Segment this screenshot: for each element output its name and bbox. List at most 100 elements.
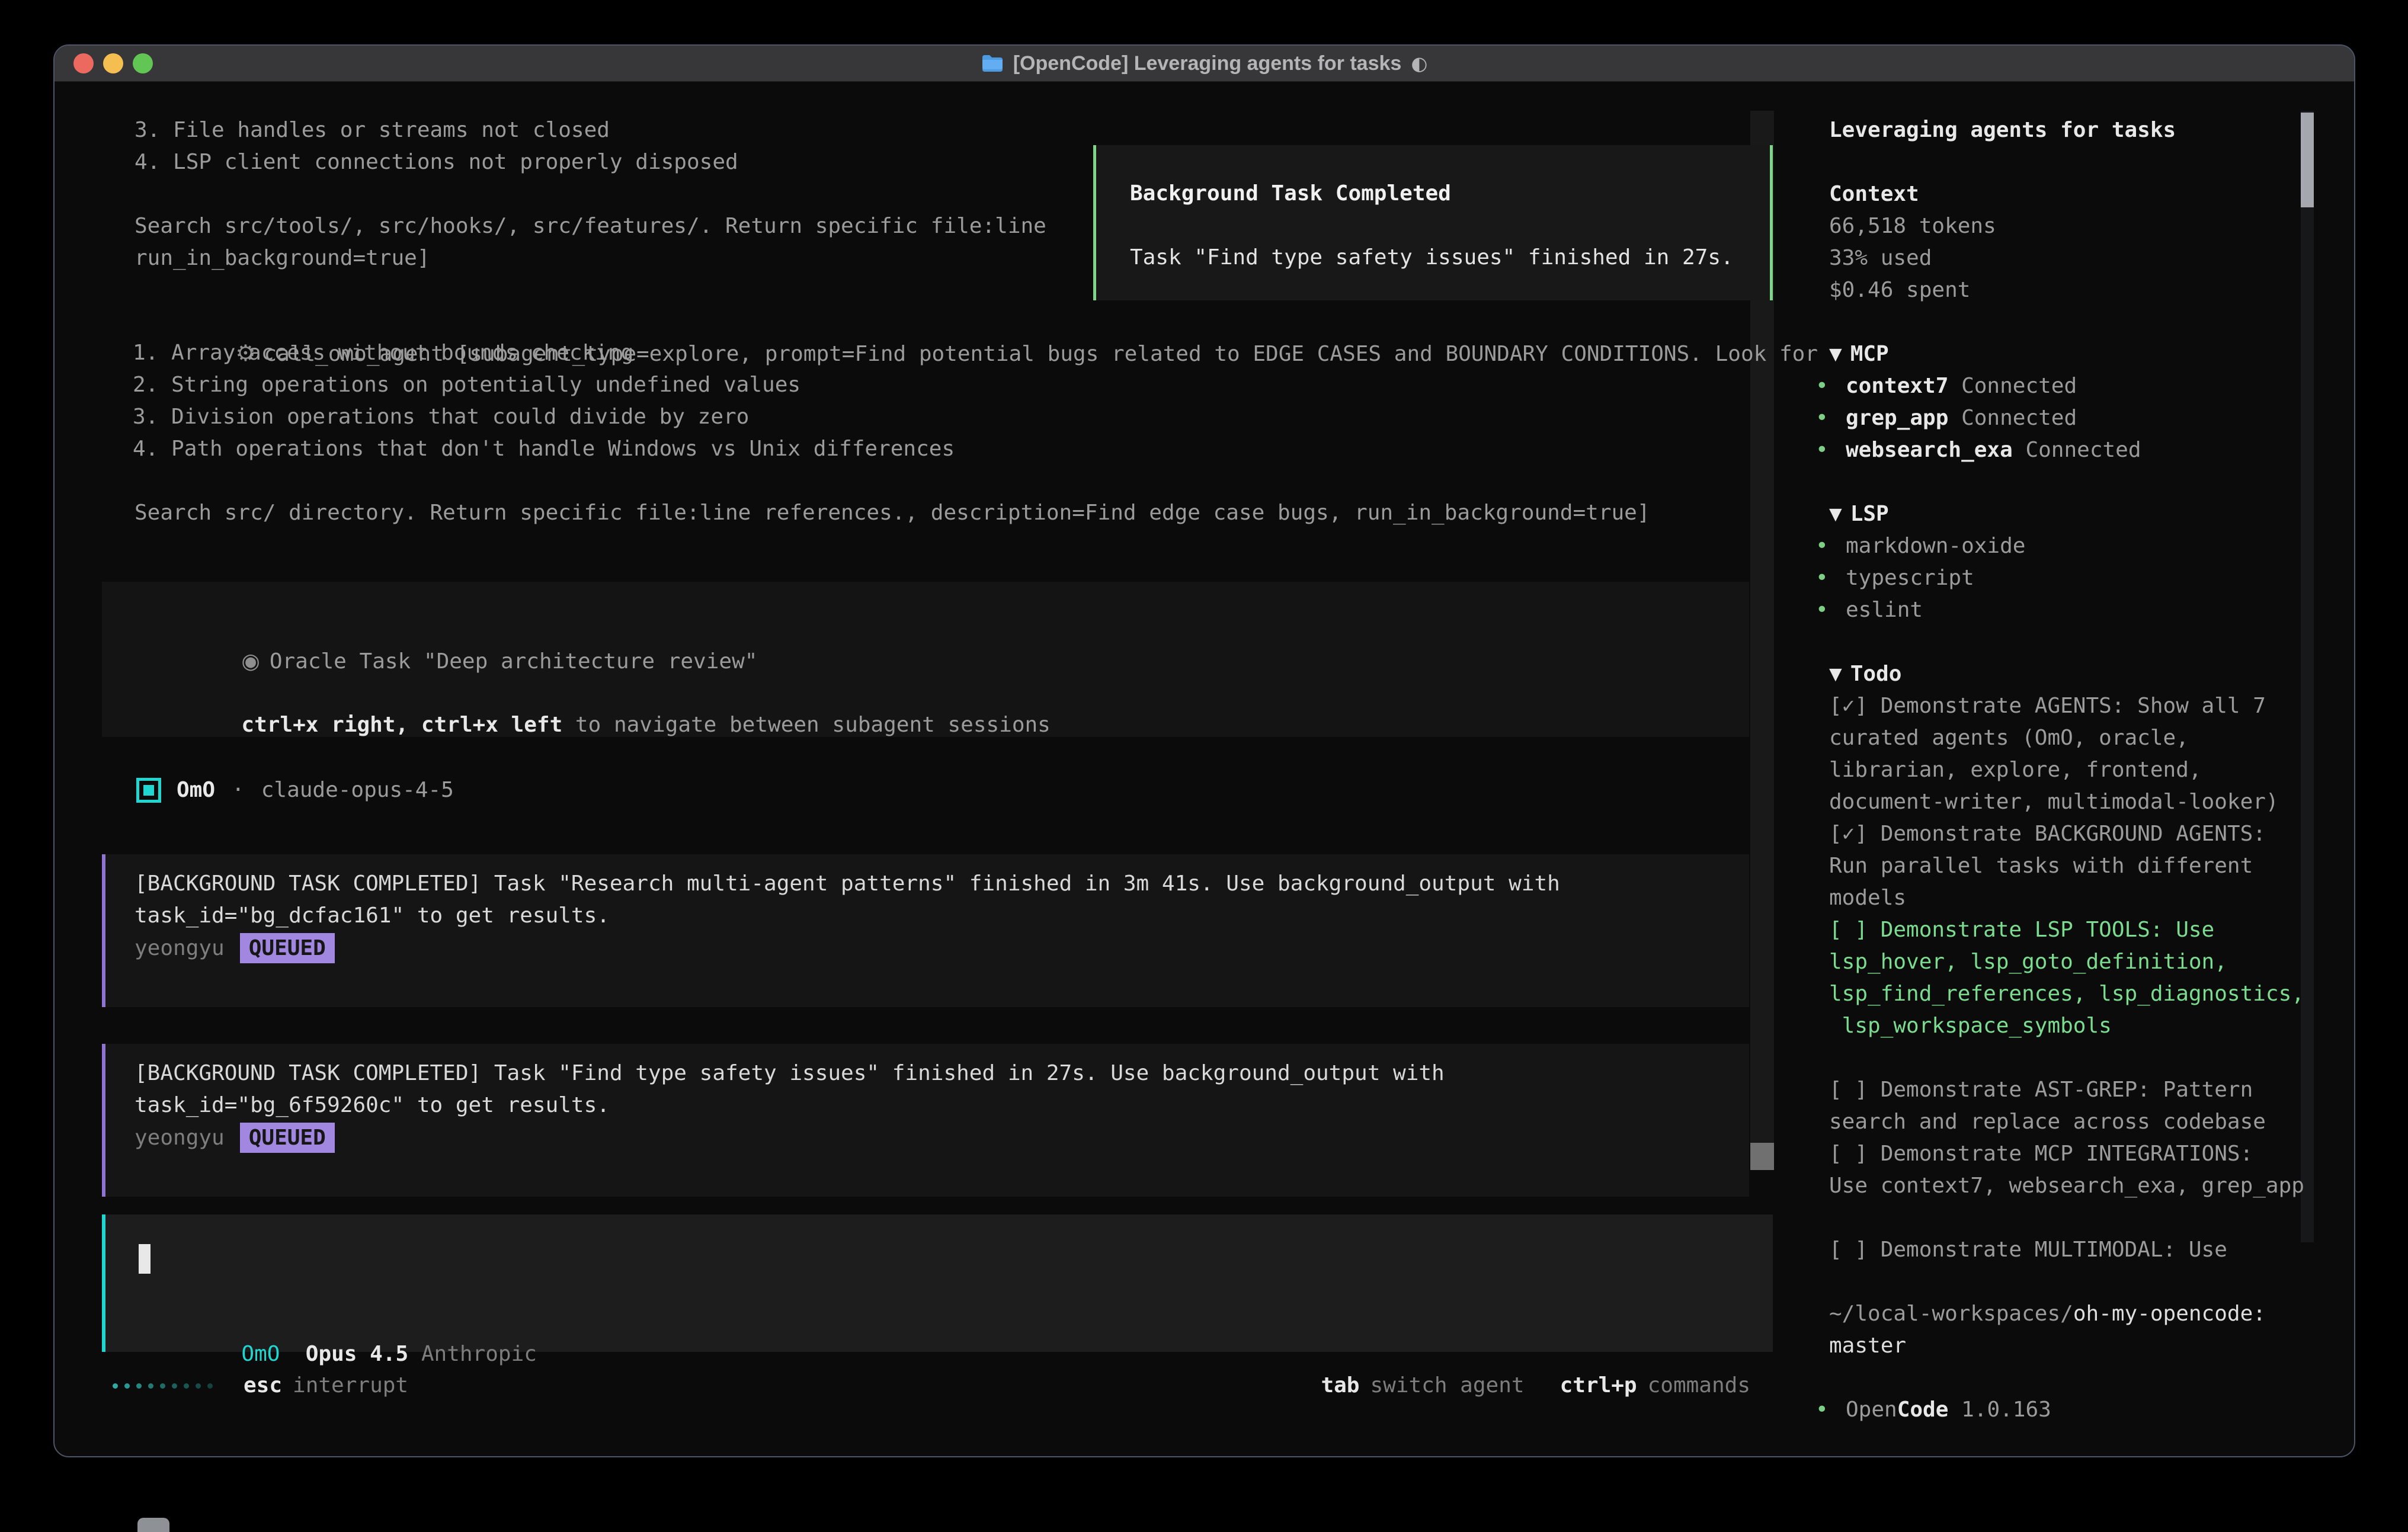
session-title: Leveraging agents for tasks	[1815, 114, 2325, 146]
todo-line: models	[1815, 882, 2325, 914]
ctrlp-key-hint: ctrl+p	[1560, 1370, 1637, 1402]
todo-line: [ ] Demonstrate MULTIMODAL: Use	[1815, 1234, 2325, 1266]
tab-key-hint: tab	[1321, 1370, 1359, 1402]
terminal-line: 3. Division operations that could divide…	[133, 401, 1818, 433]
lsp-section-header[interactable]: ▼LSP	[1815, 498, 2325, 530]
mcp-status: Connected	[1961, 406, 2077, 430]
fisheye-icon: ◉	[241, 649, 260, 674]
subagent-title-line: ◉Oracle Task "Deep architecture review"	[139, 614, 1749, 646]
lsp-item: •markdown-oxide	[1815, 530, 2325, 562]
todo-line: Run parallel tasks with different	[1815, 850, 2325, 882]
todo-line: [✓] Demonstrate BACKGROUND AGENTS:	[1815, 818, 2325, 850]
todo-line: search and replace across codebase	[1815, 1106, 2325, 1138]
chevron-down-icon: ▼	[1829, 342, 1842, 366]
todo-line-active: lsp_workspace_symbols	[1815, 1010, 2325, 1042]
queued-badge: QUEUED	[240, 1123, 335, 1153]
todo-line: [ ] Demonstrate AST-GREP: Pattern	[1815, 1074, 2325, 1106]
terminal-line: 4. Path operations that don't handle Win…	[133, 433, 1818, 465]
agent-icon	[136, 778, 161, 803]
sidebar: Leveraging agents for tasks Context 66,5…	[1815, 114, 2325, 1426]
task-message-line: task_id="bg_dcfac161" to get results.	[135, 900, 1749, 932]
chat-scrollbar-thumb[interactable]	[1750, 1143, 1774, 1170]
todo-line: [✓] Demonstrate AGENTS: Show all 7	[1815, 690, 2325, 722]
lsp-item: •typescript	[1815, 562, 2325, 594]
bullet-icon: •	[1815, 530, 1846, 562]
task-author: yeongyu	[135, 1126, 225, 1150]
active-agent-label: OmO	[241, 1342, 280, 1366]
todo-line-active: lsp_find_references, lsp_diagnostics,	[1815, 978, 2325, 1010]
bullet-icon: •	[1815, 402, 1846, 434]
agent-header-row: OmO · claude-opus-4-5	[136, 774, 454, 806]
subagent-hint-line: ctrl+x right, ctrl+x left to navigate be…	[139, 677, 1749, 709]
busy-indicator-icon: ◐	[1411, 52, 1427, 75]
bullet-icon: •	[1815, 594, 1846, 626]
hint-text: to navigate between subagent sessions	[562, 713, 1051, 737]
model-label[interactable]: Opus 4.5	[306, 1342, 408, 1366]
subagent-title: Oracle Task "Deep architecture review"	[270, 649, 758, 674]
task-message-line: [BACKGROUND TASK COMPLETED] Task "Find t…	[135, 1057, 1749, 1089]
notification-title: Background Task Completed	[1130, 178, 1770, 210]
todo-line: curated agents (OmO, oracle,	[1815, 722, 2325, 754]
titlebar: [OpenCode] Leveraging agents for tasks ◐	[55, 46, 2354, 82]
todo-line-active: [ ] Demonstrate LSP TOOLS: Use	[1815, 914, 2325, 946]
tool-call-block: ⚙call_omo_agent [subagent_type=explore, …	[133, 305, 1818, 465]
bullet-icon: •	[1815, 562, 1846, 594]
window-title-area: [OpenCode] Leveraging agents for tasks ◐	[55, 46, 2354, 81]
window-title: [OpenCode] Leveraging agents for tasks	[1013, 52, 1402, 75]
chevron-down-icon: ▼	[1829, 662, 1842, 686]
chevron-down-icon: ▼	[1829, 502, 1842, 526]
esc-key-label: interrupt	[293, 1370, 408, 1402]
mcp-item: •grep_app Connected	[1815, 402, 2325, 434]
task-meta-row: yeongyu QUEUED	[135, 933, 1749, 963]
todo-line: Use context7, websearch_exa, grep_app	[1815, 1170, 2325, 1202]
prompt-input[interactable]: OmO Opus 4.5 Anthropic	[102, 1214, 1773, 1352]
todo-line-active: lsp_hover, lsp_goto_definition,	[1815, 946, 2325, 978]
queued-badge: QUEUED	[240, 933, 335, 963]
todo-line: librarian, explore, frontend,	[1815, 754, 2325, 786]
todo-line: [ ] Demonstrate MCP INTEGRATIONS:	[1815, 1138, 2325, 1170]
workspace-path: ~/local-workspaces/oh-my-opencode:	[1815, 1298, 2325, 1330]
esc-key-hint: esc	[244, 1370, 282, 1402]
task-author: yeongyu	[135, 936, 225, 960]
tab-key-label: switch agent	[1370, 1370, 1524, 1402]
context-used: 33% used	[1815, 242, 2325, 274]
ctrlp-key-label: commands	[1648, 1370, 1750, 1402]
terminal-line: Search src/tools/, src/hooks/, src/featu…	[135, 210, 1046, 242]
keybinding: ctrl+x right, ctrl+x left	[241, 713, 562, 737]
version-number: 1.0.163	[1961, 1398, 2051, 1422]
context-tokens: 66,518 tokens	[1815, 210, 2325, 242]
dock-item[interactable]	[137, 1518, 169, 1532]
todo-section-header[interactable]: ▼Todo	[1815, 658, 2325, 690]
task-meta-row: yeongyu QUEUED	[135, 1123, 1749, 1153]
notification-body: Task "Find type safety issues" finished …	[1130, 242, 1770, 274]
mcp-status: Connected	[2025, 438, 2141, 462]
task-message-line: task_id="bg_6f59260c" to get results.	[135, 1089, 1749, 1121]
notification-toast: Background Task Completed Task "Find typ…	[1093, 145, 1773, 300]
agent-model: claude-opus-4-5	[261, 774, 454, 806]
context-header: Context	[1815, 178, 2325, 210]
subagent-session-card: ◉Oracle Task "Deep architecture review" …	[102, 582, 1749, 737]
status-bar: esc interrupt tab switch agent ctrl+p co…	[113, 1370, 1750, 1402]
bullet-icon: •	[1815, 434, 1846, 466]
terminal-line: 3. File handles or streams not closed	[135, 114, 1046, 146]
mcp-status: Connected	[1961, 374, 2077, 398]
status-right: tab switch agent ctrl+p commands	[1321, 1370, 1750, 1402]
mcp-section-header[interactable]: ▼MCP	[1815, 338, 2325, 370]
mcp-item: •websearch_exa Connected	[1815, 434, 2325, 466]
lsp-item: •eslint	[1815, 594, 2325, 626]
tool-call-header-line: ⚙call_omo_agent [subagent_type=explore, …	[133, 305, 1818, 337]
desktop: [OpenCode] Leveraging agents for tasks ◐…	[0, 0, 2408, 1532]
bullet-icon: •	[1815, 1394, 1846, 1426]
terminal-line: Search src/ directory. Return specific f…	[135, 497, 1650, 529]
folder-icon	[981, 54, 1004, 73]
chat-message-block: 3. File handles or streams not closed 4.…	[135, 114, 1046, 274]
mcp-item: •context7 Connected	[1815, 370, 2325, 402]
background-task-card: [BACKGROUND TASK COMPLETED] Task "Find t…	[102, 1044, 1749, 1197]
task-message-line: [BACKGROUND TASK COMPLETED] Task "Resear…	[135, 868, 1749, 900]
bullet-icon: •	[1815, 370, 1846, 402]
opencode-window: [OpenCode] Leveraging agents for tasks ◐…	[53, 44, 2355, 1457]
agent-name: OmO	[177, 774, 215, 806]
terminal-line	[135, 178, 1046, 210]
version-line: •OpenCode 1.0.163	[1815, 1394, 2325, 1426]
text-cursor	[139, 1244, 150, 1274]
